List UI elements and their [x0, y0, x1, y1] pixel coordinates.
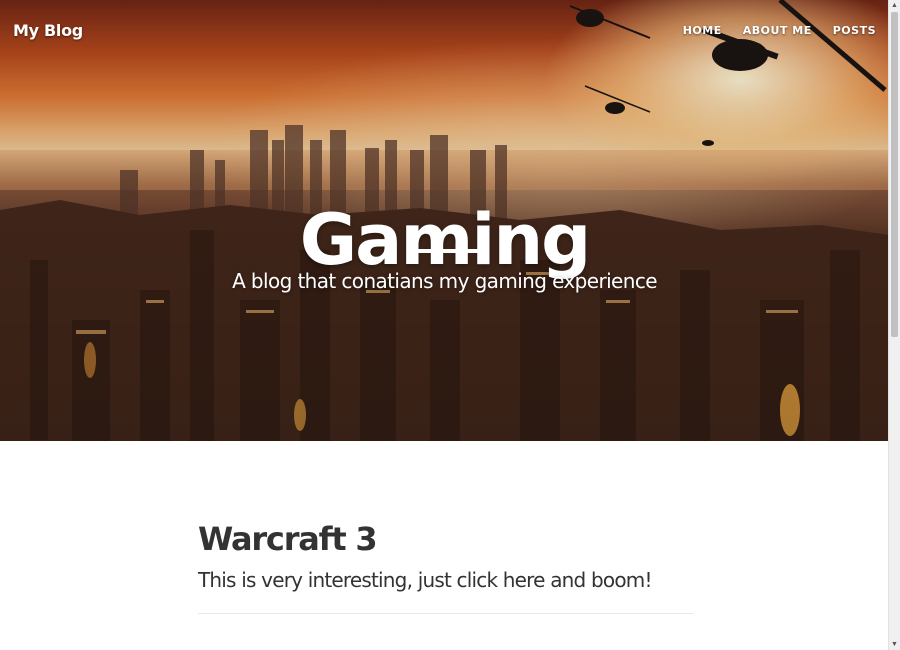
- brand-link[interactable]: My Blog: [13, 21, 83, 40]
- nav-link-about-me[interactable]: ABOUT ME: [743, 24, 812, 37]
- nav-links: HOME ABOUT ME POSTS: [662, 24, 876, 37]
- hero-header: My Blog HOME ABOUT ME POSTS Gaming A blo…: [0, 0, 889, 441]
- top-navbar: My Blog HOME ABOUT ME POSTS: [0, 0, 889, 60]
- nav-link-home[interactable]: HOME: [683, 24, 722, 37]
- site-subheading: A blog that conatians my gaming experien…: [232, 269, 657, 293]
- post-preview[interactable]: Warcraft 3 This is very interesting, jus…: [198, 520, 693, 592]
- heading-divider: [411, 249, 478, 253]
- post-title[interactable]: Warcraft 3: [198, 520, 693, 558]
- scrollbar-thumb[interactable]: [891, 12, 898, 337]
- nav-link-posts[interactable]: POSTS: [833, 24, 876, 37]
- post-divider: [198, 613, 693, 614]
- post-subtitle[interactable]: This is very interesting, just click her…: [198, 568, 693, 592]
- vertical-scrollbar[interactable]: ▲ ▼: [888, 0, 900, 650]
- scroll-up-arrow-icon[interactable]: ▲: [889, 0, 900, 11]
- scroll-down-arrow-icon[interactable]: ▼: [889, 639, 900, 650]
